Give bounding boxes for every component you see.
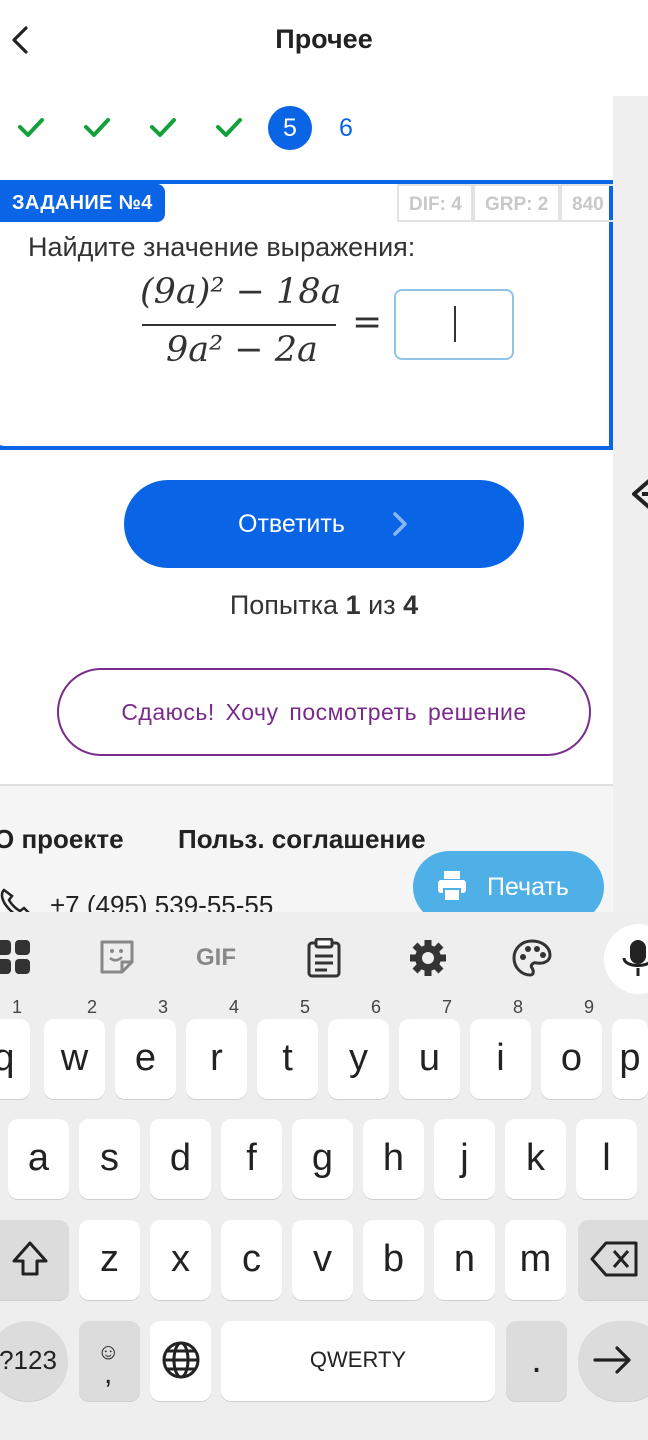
backspace-key[interactable] <box>578 1220 648 1300</box>
key-z[interactable]: z <box>79 1220 140 1300</box>
settings-gear-icon[interactable] <box>408 938 448 978</box>
key-p[interactable]: p <box>612 1019 648 1099</box>
shift-arrow-icon <box>12 1241 47 1276</box>
key-h[interactable]: h <box>363 1119 424 1199</box>
footer-link-terms[interactable]: Польз. соглашение <box>178 824 426 855</box>
microphone-icon[interactable] <box>618 938 648 978</box>
step-1-done-check-icon[interactable] <box>16 112 46 142</box>
emoji-comma-key[interactable]: ☺ , <box>79 1321 140 1401</box>
key-j[interactable]: j <box>434 1119 495 1199</box>
key-f[interactable]: f <box>221 1119 282 1199</box>
key-u[interactable]: u7 <box>399 997 460 1099</box>
apps-grid-icon[interactable] <box>0 938 34 978</box>
gif-icon[interactable]: GIF <box>196 938 246 978</box>
text-cursor <box>454 306 456 342</box>
submit-answer-button[interactable]: Ответить <box>124 480 524 568</box>
fraction-line <box>142 324 336 326</box>
printer-icon <box>437 869 467 903</box>
key-k[interactable]: k <box>505 1119 566 1199</box>
formula-numerator: (9a)² − 18a <box>140 272 342 312</box>
arrow-right-icon <box>593 1346 631 1374</box>
show-solution-button[interactable]: Сдаюсь! Хочу посмотреть решение <box>57 668 591 756</box>
key-v[interactable]: v <box>292 1220 353 1300</box>
task-number-badge: ЗАДАНИЕ №4 <box>0 184 165 222</box>
attempt-middle: из <box>368 590 396 620</box>
key-b[interactable]: b <box>363 1220 424 1300</box>
page-title: Прочее <box>275 24 373 54</box>
key-r[interactable]: r4 <box>186 997 247 1099</box>
key-y[interactable]: y6 <box>328 997 389 1099</box>
palette-icon[interactable] <box>512 938 552 978</box>
step-2-done-check-icon[interactable] <box>82 112 112 142</box>
key-c[interactable]: c <box>221 1220 282 1300</box>
chevron-right-icon <box>392 512 408 536</box>
key-i[interactable]: i8 <box>470 997 531 1099</box>
shift-key[interactable] <box>0 1220 69 1300</box>
formula-denominator: 9a² − 2a <box>166 330 318 370</box>
backspace-icon <box>590 1241 638 1277</box>
step-3-done-check-icon[interactable] <box>148 112 178 142</box>
attempt-counter: Попытка 1 из 4 <box>0 590 648 621</box>
key-w[interactable]: w2 <box>44 997 105 1099</box>
key-a[interactable]: a <box>8 1119 69 1199</box>
key-q[interactable]: q1 <box>0 997 30 1099</box>
period-key[interactable]: . <box>506 1321 567 1401</box>
step-next[interactable]: 6 <box>324 106 368 150</box>
key-s[interactable]: s <box>79 1119 140 1199</box>
globe-icon <box>162 1341 199 1379</box>
step-current[interactable]: 5 <box>268 106 312 150</box>
key-t[interactable]: t5 <box>257 997 318 1099</box>
key-x[interactable]: x <box>150 1220 211 1300</box>
key-o[interactable]: o9 <box>541 997 602 1099</box>
panel-expand-chevron-icon[interactable] <box>628 474 648 514</box>
task-question: Найдите значение выражения: <box>28 232 416 262</box>
attempt-prefix: Попытка <box>229 590 339 620</box>
clipboard-icon[interactable] <box>304 937 344 978</box>
step-4-done-check-icon[interactable] <box>214 112 244 142</box>
key-m[interactable]: m <box>505 1220 566 1300</box>
footer-link-about[interactable]: О проекте <box>0 824 124 855</box>
enter-key[interactable] <box>578 1321 648 1401</box>
space-key[interactable]: QWERTY <box>221 1321 495 1401</box>
equals-sign: = <box>352 302 383 343</box>
attempt-current: 1 <box>345 590 361 620</box>
key-g[interactable]: g <box>292 1119 353 1199</box>
key-e[interactable]: e3 <box>115 997 176 1099</box>
print-label: Печать <box>487 873 569 901</box>
key-l[interactable]: l <box>576 1119 637 1199</box>
submit-answer-label: Ответить <box>238 510 345 538</box>
sticker-icon[interactable] <box>98 938 138 978</box>
key-n[interactable]: n <box>434 1220 495 1300</box>
difficulty-tag: DIF: 4 <box>397 184 473 222</box>
group-tag: GRP: 2 <box>473 184 560 222</box>
key-d[interactable]: d <box>150 1119 211 1199</box>
attempt-total: 4 <box>403 590 419 620</box>
language-key[interactable] <box>150 1321 211 1401</box>
task-id-tag: 840 <box>560 184 613 222</box>
